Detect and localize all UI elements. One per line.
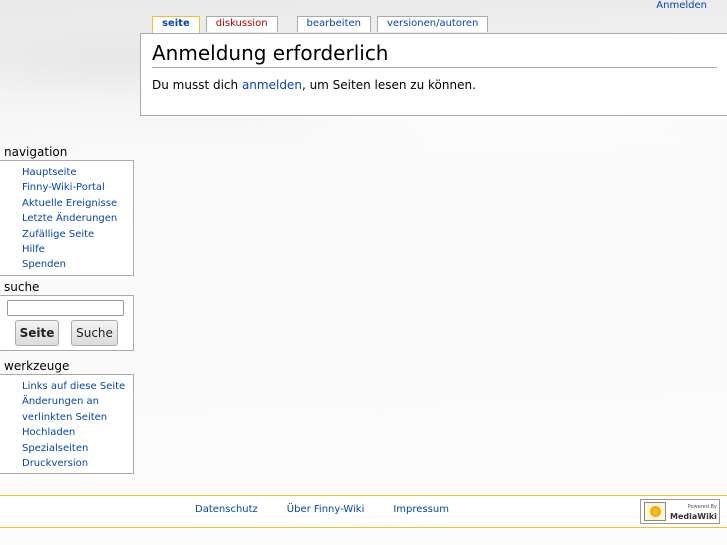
message-text-after: , um Seiten lesen zu können.	[301, 78, 476, 92]
message-text-before: Du musst dich	[152, 78, 242, 92]
powered-by-mediawiki-badge[interactable]: Powered By MediaWiki	[640, 499, 720, 524]
powered-by-label: Powered By	[687, 503, 717, 510]
list-item: Finny-Wiki-Portal	[22, 180, 133, 195]
login-message-link[interactable]: anmelden	[242, 78, 302, 92]
footer-link-privacy[interactable]: Datenschutz	[195, 504, 258, 515]
content-area: Anmeldung erforderlich Du musst dich anm…	[140, 33, 727, 116]
tab-discussion[interactable]: diskussion	[205, 16, 278, 32]
footer: Datenschutz Über Finny-Wiki Impressum Po…	[0, 495, 727, 528]
page-tabs: seite diskussion bearbeiten versionen/au…	[152, 16, 494, 33]
list-item: Spenden	[22, 257, 133, 272]
tab-history[interactable]: versionen/autoren	[376, 16, 489, 32]
list-item: Spezialseiten	[22, 441, 127, 456]
search-buttons: Seite Suche	[15, 320, 133, 346]
navigation-body: Hauptseite Finny-Wiki-Portal Aktuelle Er…	[0, 160, 134, 276]
footer-link-about[interactable]: Über Finny-Wiki	[287, 504, 365, 515]
search-portlet: suche Seite Suche	[0, 280, 134, 351]
tool-link-special-pages[interactable]: Spezialseiten	[22, 443, 88, 454]
nav-link-random-page[interactable]: Zufällige Seite	[22, 229, 94, 240]
toolbox-portlet: werkzeuge Links auf diese Seite Änderung…	[0, 359, 134, 475]
list-item: Aktuelle Ereignisse	[22, 196, 133, 211]
list-item: Letzte Änderungen	[22, 211, 133, 226]
toolbox-heading: werkzeuge	[4, 359, 70, 373]
tool-link-what-links-here[interactable]: Links auf diese Seite	[22, 381, 125, 392]
login-link[interactable]: Anmelden	[656, 0, 707, 11]
footer-link-imprint[interactable]: Impressum	[393, 504, 449, 515]
navigation-portlet: navigation Hauptseite Finny-Wiki-Portal …	[0, 145, 134, 276]
list-item: Hochladen	[22, 425, 127, 440]
search-heading: suche	[4, 280, 40, 294]
nav-link-current-events[interactable]: Aktuelle Ereignisse	[22, 198, 117, 209]
list-item: Druckversion	[22, 456, 127, 471]
navigation-heading: navigation	[4, 145, 68, 159]
mediawiki-logo-icon	[644, 502, 666, 521]
nav-link-help[interactable]: Hilfe	[22, 244, 45, 255]
list-item: Hilfe	[22, 242, 133, 257]
toolbox-body: Links auf diese Seite Änderungen an verl…	[0, 374, 134, 475]
search-input[interactable]	[7, 300, 124, 316]
login-required-message: Du musst dich anmelden, um Seiten lesen …	[152, 78, 476, 92]
personal-tools: Anmelden	[656, 0, 707, 11]
tab-edit[interactable]: bearbeiten	[296, 16, 371, 32]
search-go-button[interactable]: Seite	[15, 320, 59, 346]
mediawiki-label: MediaWiki	[670, 511, 717, 521]
list-item: Änderungen an verlinkten Seiten	[22, 394, 127, 425]
nav-link-main-page[interactable]: Hauptseite	[22, 167, 76, 178]
list-item: Hauptseite	[22, 165, 133, 180]
list-item: Zufällige Seite	[22, 227, 133, 242]
tab-page[interactable]: seite	[152, 16, 200, 33]
nav-link-portal[interactable]: Finny-Wiki-Portal	[22, 182, 105, 193]
page-title: Anmeldung erforderlich	[152, 40, 717, 68]
list-item: Links auf diese Seite	[22, 379, 127, 394]
tool-link-related-changes[interactable]: Änderungen an verlinkten Seiten	[22, 396, 107, 422]
footer-links: Datenschutz Über Finny-Wiki Impressum	[195, 504, 478, 515]
nav-link-donate[interactable]: Spenden	[22, 259, 66, 270]
search-find-button[interactable]: Suche	[71, 320, 118, 346]
tool-link-upload[interactable]: Hochladen	[22, 427, 75, 438]
tool-link-print-version[interactable]: Druckversion	[22, 458, 88, 469]
search-body: Seite Suche	[0, 295, 134, 351]
nav-link-recent-changes[interactable]: Letzte Änderungen	[22, 213, 117, 224]
